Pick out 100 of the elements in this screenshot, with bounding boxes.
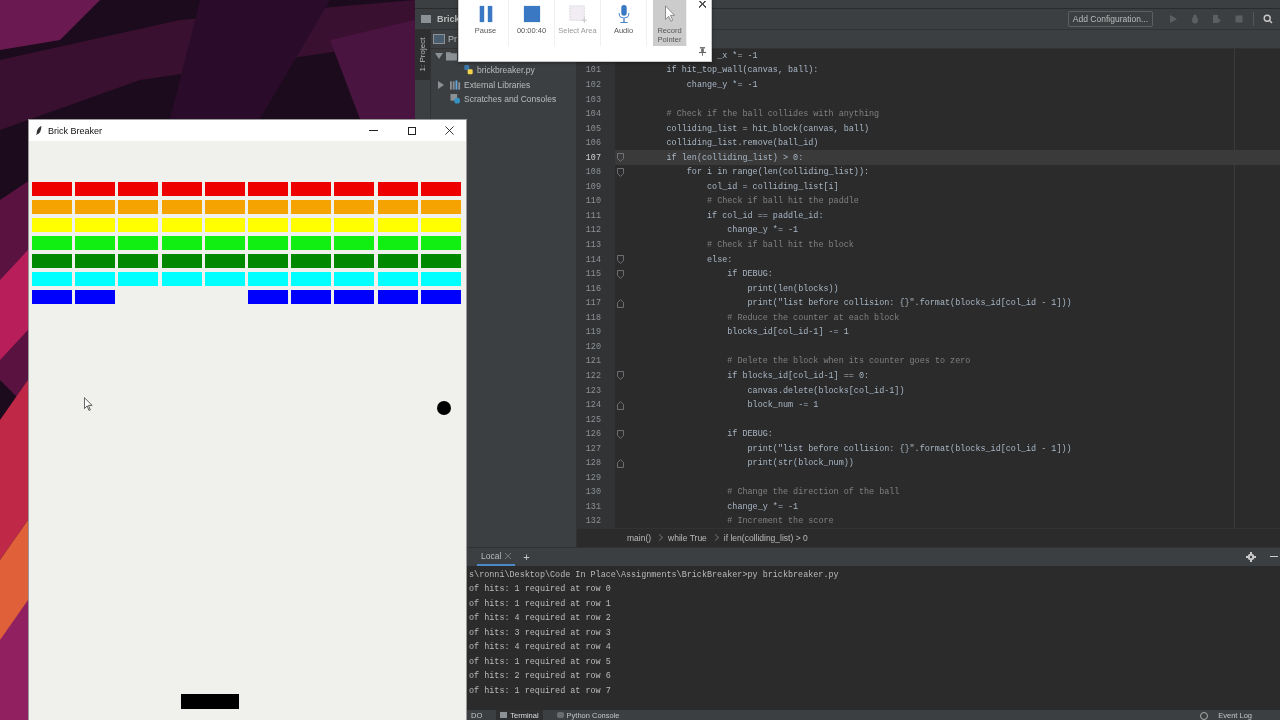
code-line: colliding_list = hit_block(canvas, ball) — [666, 123, 870, 134]
code-line: if hit_top_wall(canvas, ball): — [666, 65, 819, 76]
bars-icon — [450, 79, 461, 90]
tree-item[interactable]: External Libraries — [431, 77, 576, 93]
panel-title: Pr — [448, 33, 457, 44]
bug-icon[interactable] — [1190, 13, 1200, 24]
stop-icon[interactable] — [1234, 13, 1244, 24]
code-line: blocks_id[col_id-1] -= 1 — [727, 327, 849, 338]
code-line: if len(colliding_list) > 0: — [666, 152, 804, 163]
project-tool-tab[interactable]: 1: Project — [415, 29, 430, 80]
fold-start-icon[interactable] — [616, 269, 624, 279]
line-number: 119 — [585, 327, 601, 338]
line-number: 111 — [585, 210, 601, 221]
code-line: colliding_list.remove(ball_id) — [666, 138, 819, 149]
code-line: # Reduce the counter at each block — [727, 312, 900, 323]
line-number: 110 — [585, 196, 601, 207]
code-line: canvas.delete(blocks[col_id-1]) — [747, 385, 905, 396]
fold-start-icon[interactable] — [616, 371, 624, 381]
line-number: 122 — [585, 370, 601, 381]
code-line: # Check if the ball collides with anything — [666, 109, 880, 120]
code-line: print(str(block_num)) — [747, 458, 854, 469]
line-number: 104 — [585, 109, 601, 120]
line-number: 107 — [585, 152, 601, 163]
code-line: # Change the direction of the ball — [727, 487, 900, 498]
folder-icon — [446, 50, 457, 61]
code-line: # Check if ball hit the block — [707, 240, 854, 251]
run-icon[interactable] — [1168, 13, 1178, 24]
fold-start-icon[interactable] — [616, 167, 624, 177]
line-number: 130 — [585, 487, 601, 498]
code-line: print("list before collision: {}".format(blocks_id[col_id - 1])) — [747, 298, 1072, 309]
line-number: 121 — [585, 356, 601, 367]
line-number: 106 — [585, 138, 601, 149]
line-number: 109 — [585, 181, 601, 192]
code-line: col_id = colliding_list[i] — [707, 181, 839, 192]
line-number: 116 — [585, 283, 601, 294]
selection-icon — [568, 4, 587, 24]
terminal-line: of hits: 1 required at row 5 — [469, 655, 612, 669]
line-number: 127 — [585, 443, 601, 454]
line-number: 114 — [585, 254, 601, 265]
line-number: 129 — [585, 472, 601, 483]
breadcrumb[interactable]: main() — [627, 532, 652, 543]
new-tab-button[interactable]: + — [523, 550, 530, 563]
code-line: print("list before collision: {}".format(blocks_id[col_id - 1])) — [747, 443, 1072, 454]
terminal-line: s\ronni\Desktop\Code In Place\Assignments\BrickBreaker>py brickbreaker.py — [469, 568, 840, 582]
close-icon[interactable] — [698, 1, 706, 8]
line-number: 131 — [585, 501, 601, 512]
terminal-line: of hits: 4 required at row 4 — [469, 641, 612, 655]
line-number: 117 — [585, 298, 601, 309]
mouse-pointer-icon — [84, 397, 93, 412]
line-number: 125 — [585, 414, 601, 425]
coverage-icon[interactable] — [1212, 13, 1222, 24]
line-number: 112 — [585, 225, 601, 236]
window-title: Brick Breaker — [48, 125, 102, 136]
code-line: # Check if ball hit the paddle — [707, 196, 859, 207]
scratches-icon — [450, 94, 461, 105]
line-number: 101 — [585, 65, 601, 76]
code-line: change_y *= -1 — [727, 501, 799, 512]
search-icon[interactable] — [1263, 13, 1273, 24]
breadcrumb[interactable]: while True — [668, 532, 707, 543]
line-number: 120 — [585, 341, 601, 352]
line-number: 124 — [585, 400, 601, 411]
line-number: 128 — [585, 458, 601, 469]
add-configuration-button[interactable]: Add Configuration... — [1067, 10, 1153, 27]
ball — [437, 401, 451, 415]
stop-icon — [522, 4, 541, 24]
code-line: if DEBUG: — [727, 429, 773, 440]
terminal-line: of hits: 4 required at row 2 — [469, 612, 612, 626]
settings-icon[interactable] — [1246, 551, 1256, 562]
fold-end-icon[interactable] — [616, 298, 624, 308]
fold-end-icon[interactable] — [616, 400, 624, 410]
folder-icon — [421, 14, 431, 23]
terminal-line: of hits: 3 required at row 3 — [469, 626, 612, 640]
fold-start-icon[interactable] — [616, 153, 624, 163]
line-number: 118 — [585, 312, 601, 323]
line-number: 105 — [585, 123, 601, 134]
fold-start-icon[interactable] — [616, 429, 624, 439]
expand-arrow-icon[interactable] — [438, 80, 444, 89]
line-number: 126 — [585, 429, 601, 440]
code-line: change_y *= -1 — [686, 80, 758, 90]
breadcrumb[interactable]: if len(colliding_list) > 0 — [723, 532, 808, 543]
pin-icon[interactable] — [698, 47, 706, 56]
tree-item[interactable]: Scratches and Consoles — [431, 92, 576, 107]
line-number: 132 — [585, 516, 601, 527]
tree-item[interactable]: brickbreaker.py — [431, 63, 576, 78]
code-line: else: — [707, 254, 733, 265]
code-line: if col_id == paddle_id: — [707, 210, 824, 221]
fold-start-icon[interactable] — [616, 255, 624, 265]
code-line: for i in range(len(colliding_list)): — [686, 167, 870, 178]
line-number: 115 — [585, 269, 601, 280]
terminal-line: of hits: 1 required at row 0 — [469, 583, 612, 597]
python-file-icon — [463, 65, 474, 76]
fold-end-icon[interactable] — [616, 458, 624, 468]
line-number: 113 — [585, 240, 601, 251]
terminal-line: of hits: 1 required at row 1 — [469, 597, 612, 611]
line-number: 102 — [585, 80, 601, 90]
line-number: 123 — [585, 385, 601, 396]
code-line: # Delete the block when its counter goes to zero — [727, 356, 971, 367]
code-line: if blocks_id[col_id-1] == 0: — [727, 370, 870, 381]
minimize-icon[interactable] — [1270, 556, 1278, 558]
terminal-line: of hits: 2 required at row 6 — [469, 670, 612, 684]
